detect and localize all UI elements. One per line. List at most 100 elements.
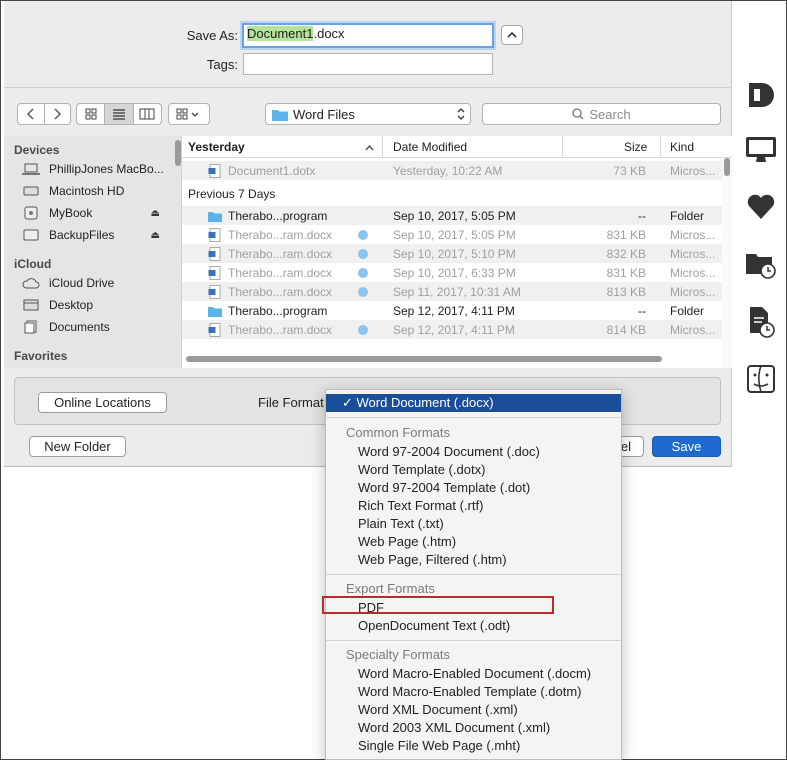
file-row[interactable]: Therabo...ram.docx Sep 10, 2017, 5:05 PM… — [182, 225, 722, 244]
menu-item-htm[interactable]: Web Page (.htm) — [326, 532, 621, 550]
column-header-kind[interactable]: Kind — [670, 140, 694, 154]
file-row[interactable]: Therabo...program Sep 12, 2017, 4:11 PM … — [182, 301, 722, 320]
file-row[interactable]: Therabo...program Sep 10, 2017, 5:05 PM … — [182, 206, 722, 225]
search-icon — [572, 108, 584, 120]
sidebar-item-mybook[interactable]: MyBook ⏏ — [22, 204, 172, 222]
sidebar-header-favorites: Favorites — [14, 349, 68, 363]
filename-highlight: Document1 — [247, 26, 314, 41]
online-locations-button[interactable]: Online Locations — [38, 392, 167, 413]
sidebar-item-documents[interactable]: Documents — [22, 318, 172, 336]
file-row[interactable]: Therabo...ram.docx Sep 10, 2017, 5:10 PM… — [182, 244, 722, 263]
file-name: Therabo...ram.docx — [228, 246, 333, 261]
menu-item-doc[interactable]: Word 97-2004 Document (.doc) — [326, 442, 621, 460]
file-date: Sep 11, 2017, 10:31 AM — [393, 284, 521, 299]
location-label: Word Files — [293, 106, 355, 122]
sidebar-item-icloud-drive[interactable]: iCloud Drive — [22, 274, 172, 292]
file-name: Therabo...ram.docx — [228, 322, 333, 337]
file-date: Yesterday, 10:22 AM — [393, 163, 503, 178]
sidebar-scrollbar[interactable] — [175, 140, 181, 166]
document-d-icon[interactable] — [745, 79, 777, 111]
arrange-button[interactable] — [169, 104, 209, 124]
collapse-dialog-button[interactable] — [501, 25, 523, 45]
eject-icon[interactable]: ⏏ — [151, 230, 160, 241]
menu-item-htm-filtered[interactable]: Web Page, Filtered (.htm) — [326, 550, 621, 568]
location-popup[interactable]: Word Files — [265, 103, 471, 125]
file-date: Sep 12, 2017, 4:11 PM — [393, 303, 515, 318]
save-as-field[interactable]: Document1.docx — [242, 23, 494, 48]
vertical-scrollbar[interactable] — [722, 158, 732, 368]
file-name: Therabo...program — [228, 303, 328, 318]
sidebar-item-label: PhillipJones MacBo... — [49, 162, 164, 176]
tag-dot — [358, 230, 368, 240]
recent-doc-icon[interactable] — [745, 306, 777, 338]
heart-icon[interactable] — [745, 191, 777, 223]
list-view-button[interactable] — [105, 104, 134, 124]
documents-icon — [22, 320, 40, 334]
file-size: 814 KB — [606, 322, 646, 337]
column-divider — [660, 136, 661, 158]
back-button[interactable] — [18, 104, 45, 124]
menu-item-txt[interactable]: Plain Text (.txt) — [326, 514, 621, 532]
folder-icon — [208, 307, 222, 317]
finder-icon[interactable] — [745, 363, 777, 395]
menu-item-dotm[interactable]: Word Macro-Enabled Template (.dotm) — [326, 682, 621, 700]
sidebar-item-backupfiles[interactable]: BackupFiles ⏏ — [22, 226, 172, 244]
menu-item-dotx[interactable]: Word Template (.dotx) — [326, 460, 621, 478]
disk-icon — [22, 206, 40, 220]
save-button[interactable]: Save — [652, 436, 721, 457]
horizontal-scrollbar[interactable] — [186, 356, 662, 362]
icon-view-button[interactable] — [77, 104, 106, 124]
menu-item-rtf[interactable]: Rich Text Format (.rtf) — [326, 496, 621, 514]
file-row[interactable]: Therabo...ram.docx Sep 11, 2017, 10:31 A… — [182, 282, 722, 301]
column-view-button[interactable] — [134, 104, 161, 124]
file-kind: Folder — [670, 208, 705, 223]
sidebar-header-icloud: iCloud — [14, 257, 52, 271]
back-forward-control — [17, 103, 71, 125]
recent-folder-icon[interactable] — [745, 248, 777, 280]
monitor-icon[interactable] — [745, 134, 777, 166]
file-row[interactable]: Document1.dotx Yesterday, 10:22 AM 73 KB… — [182, 161, 722, 180]
file-name: Therabo...ram.docx — [228, 284, 333, 299]
search-field[interactable]: Search — [482, 103, 721, 125]
group-header-previous-7-days: Previous 7 Days — [188, 187, 276, 201]
file-size: 831 KB — [606, 227, 646, 242]
file-date: Sep 10, 2017, 5:10 PM — [393, 246, 516, 261]
file-size: 73 KB — [613, 163, 646, 178]
file-row[interactable]: Therabo...ram.docx Sep 10, 2017, 6:33 PM… — [182, 263, 722, 282]
column-header-bar: Yesterday Date Modified Size Kind — [182, 136, 732, 158]
forward-button[interactable] — [45, 104, 71, 124]
tags-field[interactable] — [243, 53, 493, 75]
arrange-control[interactable] — [168, 103, 210, 125]
sidebar-item-label: Desktop — [49, 298, 94, 312]
menu-item-xml-2003[interactable]: Word 2003 XML Document (.xml) — [326, 718, 621, 736]
disk-icon — [22, 228, 40, 242]
menu-separator — [326, 640, 621, 641]
menu-item-docm[interactable]: Word Macro-Enabled Document (.docm) — [326, 664, 621, 682]
menu-header-common: Common Formats — [346, 425, 451, 440]
menu-item-mht[interactable]: Single File Web Page (.mht) — [326, 736, 621, 754]
sidebar-item-desktop[interactable]: Desktop — [22, 296, 172, 314]
scroll-thumb[interactable] — [724, 158, 730, 176]
tag-dot — [358, 249, 368, 259]
column-divider — [382, 136, 383, 158]
eject-icon[interactable]: ⏏ — [151, 208, 160, 219]
menu-item-word-document[interactable]: ✓ Word Document (.docx) — [326, 394, 621, 412]
sidebar-item-macintosh-hd[interactable]: Macintosh HD — [22, 182, 172, 200]
cancel-label: el — [620, 439, 631, 454]
sidebar-item-macbook[interactable]: PhillipJones MacBo... — [22, 160, 172, 178]
menu-item-dot[interactable]: Word 97-2004 Template (.dot) — [326, 478, 621, 496]
file-kind: Micros... — [670, 163, 716, 178]
new-folder-button[interactable]: New Folder — [29, 436, 126, 457]
word-doc-icon — [208, 228, 221, 242]
column-header-date[interactable]: Date Modified — [393, 140, 467, 154]
file-kind: Micros... — [670, 227, 716, 242]
file-name: Therabo...program — [228, 208, 328, 223]
menu-item-xml[interactable]: Word XML Document (.xml) — [326, 700, 621, 718]
column-header-size[interactable]: Size — [624, 140, 647, 154]
cloud-icon — [22, 276, 40, 290]
right-icon-panel — [733, 1, 786, 759]
menu-item-odt[interactable]: OpenDocument Text (.odt) — [326, 616, 621, 634]
sidebar-item-label: Documents — [49, 320, 110, 334]
file-row[interactable]: Therabo...ram.docx Sep 12, 2017, 4:11 PM… — [182, 320, 722, 339]
column-header-name[interactable]: Yesterday — [188, 140, 245, 154]
